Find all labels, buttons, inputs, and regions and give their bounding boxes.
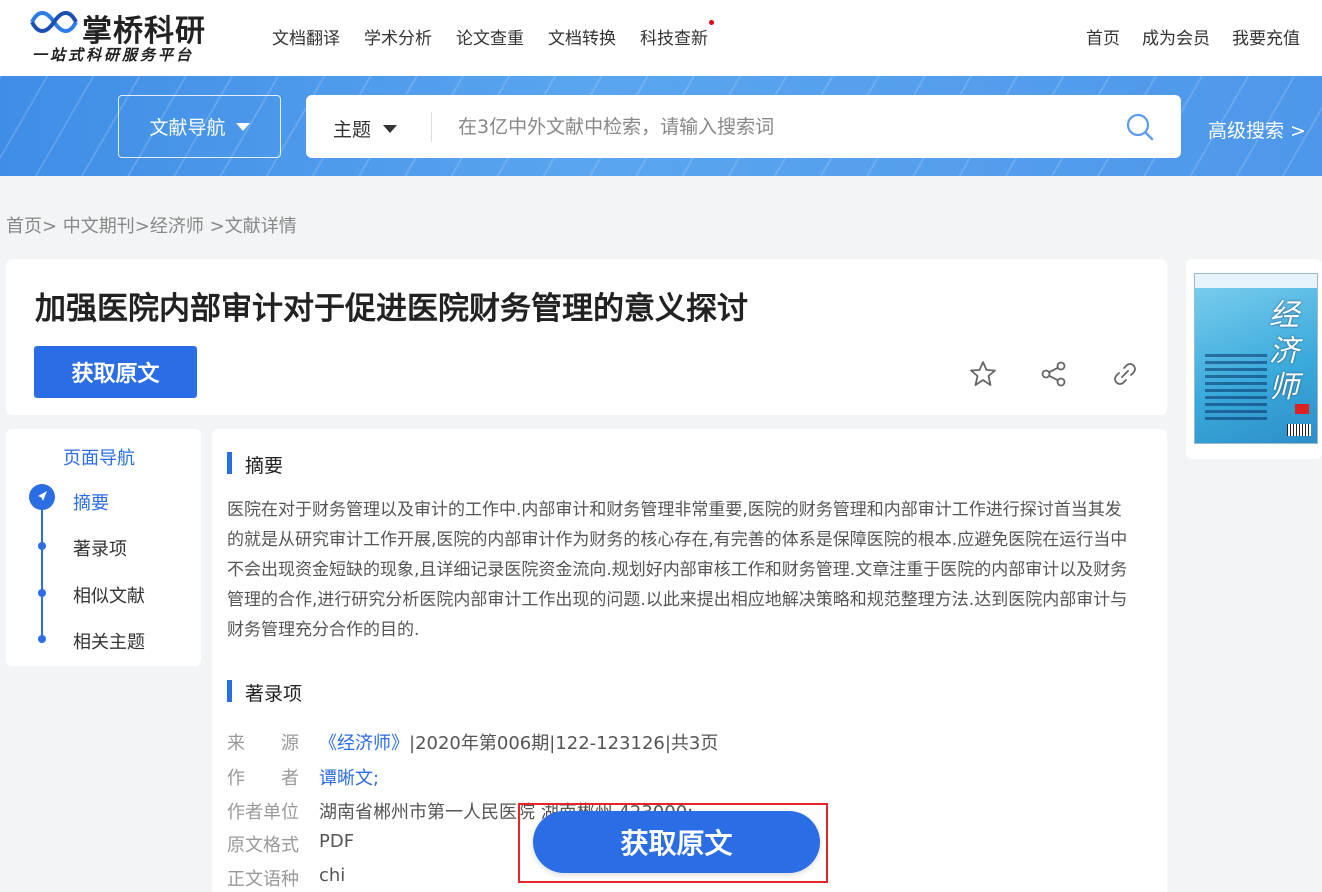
caret-down-icon (235, 122, 250, 131)
meta-key: 正文语种 (227, 869, 299, 890)
navigation-arrow-icon (29, 484, 55, 510)
abstract-line: 不会出现资金短缺的现象,且详细记录医院资金流向.规划好内部审核工作和财务管理.文… (227, 560, 1128, 580)
meta-key: 作 者 (227, 768, 299, 789)
meta-source-row: 来 源 《经济师》|2020年第006期|122-123126|共3页 (227, 729, 718, 755)
floating-get-fulltext-button[interactable]: 获取原文 (533, 811, 820, 873)
article-header-card: 加强医院内部审计对于促进医院财务管理的意义探讨 获取原文 (6, 259, 1167, 415)
page-nav-abstract[interactable]: 摘要 (73, 489, 109, 515)
abstract-text: 医院在对于财务管理以及审计的工作中.内部审计和财务管理非常重要,医院的财务管理和… (227, 495, 1152, 645)
nav-bullet (38, 542, 46, 550)
brand-logo[interactable]: 掌桥科研 一站式科研服务平台 (30, 4, 230, 68)
nav-bullet (38, 635, 46, 643)
topnav-membership[interactable]: 成为会员 (1142, 24, 1210, 49)
star-icon[interactable] (968, 359, 998, 389)
cover-title: 经济师 (1269, 298, 1299, 405)
meta-key: 作者单位 (227, 802, 299, 823)
record-heading: 著录项 (227, 679, 302, 706)
meta-value: chi (319, 865, 346, 886)
journal-link[interactable]: 《经济师》 (319, 733, 409, 754)
topnav-recharge[interactable]: 我要充值 (1232, 24, 1300, 49)
search-input[interactable] (458, 109, 1098, 145)
top-header: 掌桥科研 一站式科研服务平台 文档翻译 学术分析 论文查重 文档转换 科技查新 … (0, 0, 1322, 76)
topnav-translate[interactable]: 文档翻译 (272, 24, 340, 49)
meta-author-row: 作 者 谭晰文; (227, 764, 379, 790)
meta-key: 原文格式 (227, 835, 299, 856)
meta-value: PDF (319, 831, 355, 852)
topnav-home[interactable]: 首页 (1086, 24, 1120, 49)
meta-key: 来 源 (227, 733, 299, 754)
topnav-novelty[interactable]: 科技查新 (640, 20, 714, 49)
top-right-nav: 首页 成为会员 我要充值 (1064, 24, 1300, 49)
share-icon[interactable] (1039, 359, 1069, 389)
nav-bullet (38, 589, 46, 597)
search-divider (431, 112, 432, 142)
author-link[interactable]: 谭晰文; (319, 764, 379, 790)
brand-subtitle: 一站式科研服务平台 (32, 46, 195, 64)
abstract-line: 的就是从研究审计工作开展,医院的内部审计作为财务的核心存在,有完善的体系是保障医… (227, 530, 1128, 550)
meta-value: |2020年第006期|122-123126|共3页 (409, 733, 719, 754)
topnav-analysis[interactable]: 学术分析 (364, 24, 432, 49)
page-nav-similar[interactable]: 相似文献 (73, 582, 145, 608)
cover-issue-badge (1295, 404, 1309, 414)
wave-logo-icon (30, 11, 78, 33)
abstract-line: 管理的合作,进行研究分析医院内部审计工作出现的问题.以此来提出相应地解决策略和规… (227, 590, 1128, 610)
topnav-convert[interactable]: 文档转换 (548, 24, 616, 49)
article-title: 加强医院内部审计对于促进医院财务管理的意义探讨 (35, 291, 748, 327)
page-nav-topics[interactable]: 相关主题 (73, 628, 145, 654)
barcode-icon (1287, 424, 1311, 436)
abstract-heading: 摘要 (227, 451, 283, 478)
literature-nav-button[interactable]: 文献导航 (118, 95, 281, 158)
breadcrumb[interactable]: 首页> 中文期刊>经济师 >文献详情 (6, 212, 297, 238)
page-nav-header: 页面导航 (63, 448, 135, 469)
page-nav-rail (41, 499, 43, 639)
get-fulltext-button[interactable]: 获取原文 (34, 346, 197, 398)
topnav-novelty-label: 科技查新 (640, 29, 708, 49)
abstract-line: 财务管理充分合作的目的. (227, 620, 420, 640)
topnav-plagiarism[interactable]: 论文查重 (456, 24, 524, 49)
abstract-line: 医院在对于财务管理以及审计的工作中.内部审计和财务管理非常重要,医院的财务管理和… (227, 500, 1122, 520)
search-box: 主题 (306, 95, 1181, 158)
literature-nav-label: 文献导航 (149, 117, 226, 139)
search-category-label: 主题 (333, 119, 372, 141)
search-category-select[interactable]: 主题 (333, 115, 398, 142)
cover-text-lines (1205, 354, 1267, 424)
journal-cover-card: 经济师 (1186, 259, 1322, 459)
search-banner: 文献导航 主题 高级搜索 > (0, 76, 1322, 176)
floating-button-highlight: 获取原文 (518, 803, 828, 883)
advanced-search-link[interactable]: 高级搜索 > (1208, 116, 1306, 143)
page-navigation: 页面导航 摘要 著录项 相似文献 相关主题 (6, 429, 201, 666)
top-nav: 文档翻译 学术分析 论文查重 文档转换 科技查新 (272, 20, 732, 49)
meta-language-row: 正文语种 chi (227, 865, 345, 891)
page-nav-record[interactable]: 著录项 (73, 535, 127, 561)
journal-cover-image[interactable]: 经济师 (1194, 273, 1318, 444)
search-icon[interactable] (1125, 112, 1155, 142)
cover-strip (1195, 274, 1317, 288)
link-icon[interactable] (1110, 359, 1140, 389)
meta-format-row: 原文格式 PDF (227, 831, 354, 857)
new-dot-icon (709, 20, 714, 25)
caret-down-icon (383, 124, 398, 133)
